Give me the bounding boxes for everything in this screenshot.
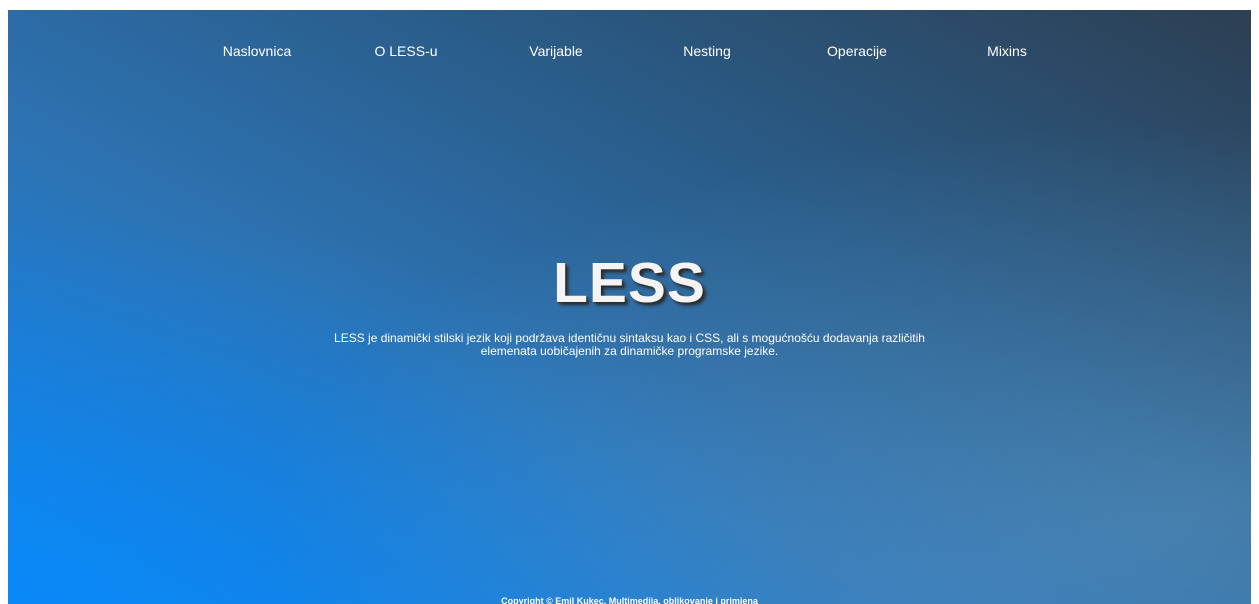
footer-copyright: Copyright © Emil Kukec. Multimedija, obl… [501,596,758,604]
hero-title: LESS [553,251,706,315]
nav-item-naslovnica[interactable]: Naslovnica [223,43,291,59]
page-background: Naslovnica O LESS-u Varijable Nesting Op… [8,10,1251,604]
hero-description: LESS je dinamički stilski jezik koji pod… [334,331,925,358]
nav-item-o-less[interactable]: O LESS-u [374,43,437,59]
nav-item-nesting[interactable]: Nesting [683,43,730,59]
main-nav: Naslovnica O LESS-u Varijable Nesting Op… [8,43,1251,63]
nav-item-mixins[interactable]: Mixins [987,43,1027,59]
nav-item-varijable[interactable]: Varijable [529,43,582,59]
nav-item-operacije[interactable]: Operacije [827,43,887,59]
